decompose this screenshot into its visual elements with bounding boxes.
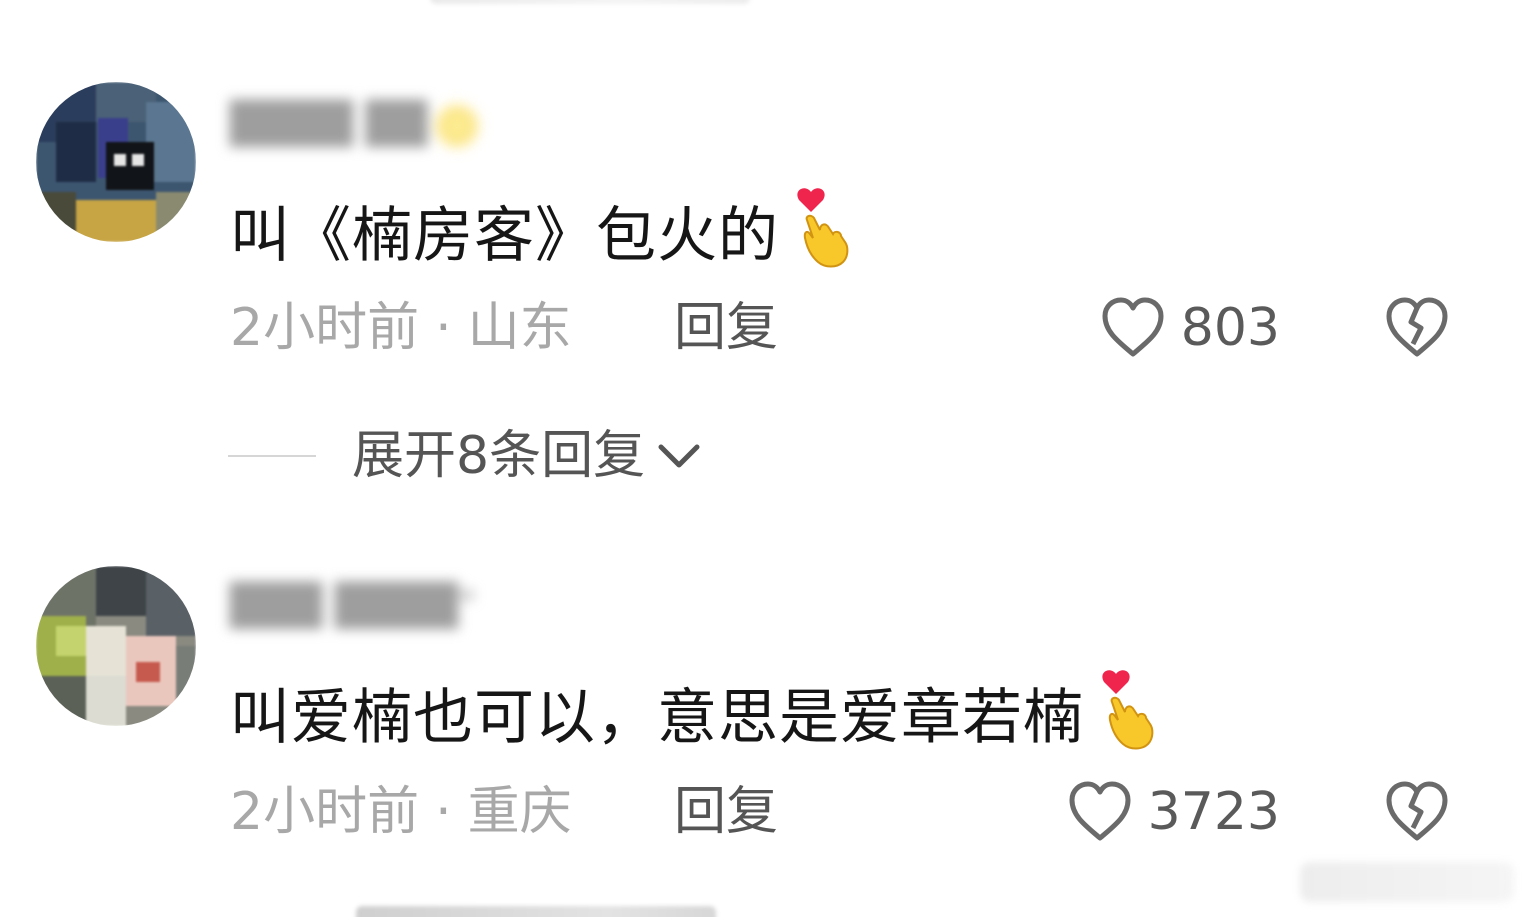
- like-count: 3723: [1147, 782, 1280, 842]
- meta-separator: ·: [435, 782, 452, 842]
- watermark-blurred: [1300, 862, 1514, 902]
- comment-location: 重庆: [467, 782, 572, 842]
- chevron-down-icon: [658, 444, 700, 468]
- comment-time: 2小时前: [230, 298, 420, 358]
- like-button[interactable]: 3723: [1066, 780, 1280, 844]
- comment-location: 山东: [467, 298, 572, 358]
- broken-heart-icon[interactable]: [1382, 780, 1452, 844]
- avatar[interactable]: [36, 566, 196, 726]
- heart-finger-emoji-icon: [1102, 670, 1154, 750]
- comment-text: 叫《楠房客》包火的: [230, 186, 855, 276]
- comment-meta: 2小时前 · 重庆: [230, 780, 572, 844]
- reply-button[interactable]: 回复: [674, 780, 778, 844]
- comment-time: 2小时前: [230, 782, 420, 842]
- expand-replies-label: 展开8条回复: [352, 426, 646, 486]
- comment-feed: ████ ██ 叫《楠房客》包火的 2小时前 · 山东 回复 803 展开8条回复: [0, 0, 1524, 917]
- user-badge-icon: [433, 102, 482, 150]
- heart-outline-icon: [1102, 297, 1164, 357]
- heart-finger-emoji-icon: [797, 188, 849, 268]
- broken-heart-icon[interactable]: [1382, 296, 1452, 360]
- cropped-next-content: [356, 906, 716, 917]
- username-blurred[interactable]: ███ ████": [230, 578, 476, 634]
- avatar[interactable]: [36, 82, 196, 242]
- comment-meta: 2小时前 · 山东: [230, 296, 572, 360]
- like-count: 803: [1180, 298, 1280, 358]
- divider-line: [228, 455, 316, 457]
- comment-text: 叫爱楠也可以，意思是爱章若楠: [230, 668, 1160, 758]
- cropped-previous-content: [430, 0, 750, 4]
- heart-outline-icon: [1069, 781, 1131, 841]
- expand-replies-button[interactable]: 展开8条回复: [228, 424, 701, 488]
- meta-separator: ·: [435, 298, 452, 358]
- reply-button[interactable]: 回复: [674, 296, 778, 360]
- like-button[interactable]: 803: [1099, 296, 1280, 360]
- username-blurred[interactable]: ████ ██: [230, 96, 482, 152]
